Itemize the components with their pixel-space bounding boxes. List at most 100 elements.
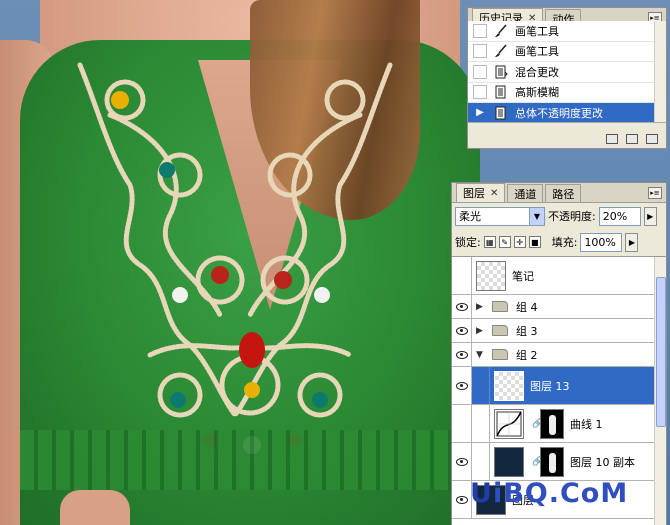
document-icon [493,85,509,99]
history-item[interactable]: 画笔工具 [468,42,666,62]
layer-name: 笔记 [512,269,534,283]
lock-fill-row: 锁定: ▦ ✎ ✛ ■ 填充: 100% ▶ [452,229,666,255]
opacity-input[interactable]: 20% [598,206,641,226]
history-item[interactable]: 混合更改 [468,62,666,83]
history-item-label: 混合更改 [515,65,559,79]
layer-group-row[interactable]: ▼ 组 2 [452,343,666,367]
eye-icon [455,350,468,359]
lock-position-move-icon[interactable]: ✛ [513,236,526,248]
tab-channels[interactable]: 通道 [507,184,544,202]
eye-icon [455,326,468,335]
history-item[interactable]: 画笔工具 [468,21,666,42]
layer-name: 曲线 1 [570,417,603,431]
tab-layers-label: 图层 [463,187,485,200]
layers-tabbar: 图层 ✕ 通道 路径 ▸≡ [452,183,666,203]
visibility-toggle[interactable] [452,443,472,480]
scrollbar-thumb[interactable] [656,277,666,427]
watermark-prefix: U [470,478,493,509]
tab-paths[interactable]: 路径 [545,184,582,202]
trash-icon[interactable] [646,134,658,144]
history-item-label: 总体不透明度更改 [515,106,603,120]
history-item-label: 高斯模糊 [515,86,559,100]
photo-pleated-waistband [20,430,480,490]
fill-slider-arrow-icon[interactable]: ▶ [625,232,639,252]
folder-icon [492,349,508,360]
lock-image-brush-icon[interactable]: ✎ [498,236,511,248]
photo-bead-embroidery [77,62,393,454]
folder-icon [492,301,508,312]
opacity-slider-arrow-icon[interactable]: ▶ [643,206,657,226]
visibility-toggle[interactable] [452,319,472,342]
layer-mask-thumbnail[interactable] [540,408,564,439]
opacity-value: 20% [602,209,628,223]
triangle-down-icon[interactable]: ▼ [476,350,486,360]
panel-menu-icon[interactable]: ▸≡ [648,187,662,199]
snapshot-camera-icon[interactable] [626,134,638,144]
visibility-toggle[interactable] [452,295,472,318]
chevron-down-icon[interactable]: ▼ [529,207,544,225]
layer-row[interactable]: 🔗 图层 10 副本 [452,443,666,481]
tab-channels-label: 通道 [514,187,537,201]
blend-mode-value: 柔光 [459,210,481,223]
group-name: 组 3 [516,324,538,338]
opacity-label: 不透明度: [548,210,596,223]
history-state-marker-icon[interactable]: ▶ [473,105,487,120]
visibility-toggle[interactable] [452,481,472,518]
history-source-checkbox[interactable] [473,23,487,38]
eye-icon [455,495,468,504]
layer-thumbnail [476,260,506,291]
close-icon[interactable]: ✕ [490,188,498,199]
layer-row-adjustment[interactable]: 🔗 曲线 1 [452,405,666,443]
triangle-right-icon[interactable]: ▶ [476,302,486,312]
history-scrollbar[interactable] [654,21,666,122]
visibility-toggle-empty[interactable] [452,257,472,294]
site-watermark-logo: UiBQ.CoM [470,478,628,509]
fill-input[interactable]: 100% [580,232,623,252]
eye-icon [455,381,468,390]
history-footer [468,130,666,148]
eye-icon [455,457,468,466]
blend-mode-select[interactable]: 柔光 ▼ [455,206,545,226]
history-item-selected[interactable]: ▶ 总体不透明度更改 [468,103,666,122]
history-item[interactable]: 高斯模糊 [468,83,666,103]
photo-hand [60,490,130,525]
history-source-checkbox[interactable] [473,44,487,59]
brush-icon [493,44,509,58]
tab-paths-label: 路径 [552,187,575,201]
visibility-toggle-empty[interactable] [452,405,472,442]
fill-label: 填充: [551,236,578,249]
folder-icon [492,325,508,336]
layer-mask-thumbnail[interactable] [540,446,564,477]
blend-opacity-row: 柔光 ▼ 不透明度: 20% ▶ [452,203,666,229]
eye-icon [455,302,468,311]
history-item-label: 画笔工具 [515,45,559,59]
layers-panel: 图层 ✕ 通道 路径 ▸≡ 柔光 ▼ 不透明度: 20% ▶ 锁定: ▦ ✎ ✛… [451,182,667,525]
layer-row-selected[interactable]: 图层 13 [452,367,666,405]
history-list: 画笔工具 画笔工具 混合更改 高斯模糊 ▶ 总体不透明度更改 [468,21,666,123]
group-name: 组 2 [516,348,538,362]
layer-group-row[interactable]: ▶ 组 4 [452,295,666,319]
layers-scrollbar[interactable] [654,257,666,525]
document-icon [493,106,509,120]
lock-label: 锁定: [455,236,481,249]
fill-value: 100% [584,235,616,249]
tab-layers[interactable]: 图层 ✕ [456,183,506,202]
group-indent-slot [472,405,490,442]
brush-icon [493,24,509,38]
lock-all-icon[interactable]: ■ [528,236,541,248]
triangle-right-icon[interactable]: ▶ [476,326,486,336]
visibility-toggle[interactable] [452,343,472,366]
link-chain-icon[interactable]: 🔗 [532,419,543,429]
history-source-checkbox[interactable] [473,64,487,79]
layer-name: 图层 10 副本 [570,455,635,469]
group-name: 组 4 [516,300,538,314]
layer-row[interactable]: 笔记 [452,257,666,295]
visibility-toggle[interactable] [452,367,472,404]
lock-transparent-icon[interactable]: ▦ [483,236,496,248]
history-source-checkbox[interactable] [473,85,487,100]
history-panel: 历史记录 ✕ 动作 ▸≡ 画笔工具 画笔工具 混合更改 高斯模糊 ▶ 总体不透明… [467,7,667,149]
layer-group-row[interactable]: ▶ 组 3 [452,319,666,343]
group-indent-slot [472,443,490,480]
link-chain-icon[interactable]: 🔗 [532,457,543,467]
new-document-from-state-icon[interactable] [606,134,618,144]
